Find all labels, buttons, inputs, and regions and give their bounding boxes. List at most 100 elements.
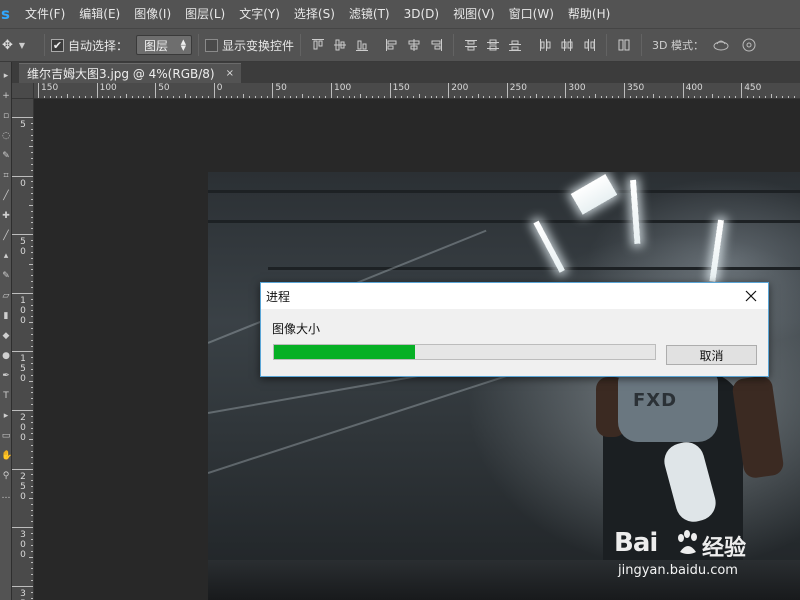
ceiling-beam xyxy=(208,220,800,223)
stamp-tool-icon[interactable]: ▴ xyxy=(1,250,11,262)
hand-tool-icon[interactable]: ✋ xyxy=(1,450,12,462)
menu-layer[interactable]: 图层(L) xyxy=(178,0,232,28)
menu-view[interactable]: 视图(V) xyxy=(446,0,502,28)
divider xyxy=(44,34,45,56)
path-select-tool-icon[interactable]: ▸ xyxy=(1,410,11,422)
cancel-button[interactable]: 取消 xyxy=(666,345,757,365)
zoom-tool-icon[interactable]: ⚲ xyxy=(1,470,11,482)
dialog-titlebar[interactable]: 进程 xyxy=(261,283,768,309)
auto-select-target-dropdown[interactable]: 图层 ▲ ▼ xyxy=(136,35,193,55)
distribute-top-icon[interactable] xyxy=(460,34,482,56)
marquee-tool-icon[interactable]: ▫ xyxy=(1,110,11,122)
menu-3d[interactable]: 3D(D) xyxy=(397,0,446,28)
align-bottom-icon[interactable] xyxy=(351,34,373,56)
ruler-label: 150 xyxy=(41,83,59,93)
ruler-label: 450 xyxy=(744,83,762,93)
ruler-label: 0 xyxy=(20,178,26,189)
ruler-label: 400 xyxy=(685,83,703,93)
watermark-brand: Bai xyxy=(614,528,658,558)
align-vcenter-icon[interactable] xyxy=(329,34,351,56)
eraser-tool-icon[interactable]: ▱ xyxy=(1,290,11,302)
divider xyxy=(300,34,302,56)
more-tools-icon[interactable]: … xyxy=(1,490,11,502)
distribute-right-icon[interactable] xyxy=(578,34,600,56)
3d-roll-icon[interactable] xyxy=(738,34,760,56)
healing-tool-icon[interactable]: ✚ xyxy=(1,210,11,222)
watermark-suffix: 经验 xyxy=(702,536,747,561)
quick-select-tool-icon[interactable]: ✎ xyxy=(1,150,11,162)
align-left-icon[interactable] xyxy=(381,34,403,56)
auto-select-checkbox[interactable]: ✔ xyxy=(51,38,64,52)
align-right-icon[interactable] xyxy=(425,34,447,56)
ruler-label: 0 xyxy=(216,83,223,93)
document-tabs: 维尔吉姆大图3.jpg @ 4%(RGB/8) × xyxy=(12,62,800,83)
collapse-icon[interactable]: ▸ xyxy=(1,70,11,82)
vertical-ruler[interactable]: 5050100150200250300350 xyxy=(12,99,34,600)
ruler-label: 100 xyxy=(20,295,26,326)
type-tool-icon[interactable]: T xyxy=(1,390,11,402)
document-tab-title: 维尔吉姆大图3.jpg @ 4%(RGB/8) xyxy=(27,67,215,81)
3d-rotate-icon[interactable] xyxy=(710,34,732,56)
ruler-label: 200 xyxy=(451,83,469,93)
chevron-down-icon: ▼ xyxy=(18,40,26,50)
dodge-tool-icon[interactable]: ● xyxy=(1,350,11,362)
distribute-hcenter-icon[interactable] xyxy=(556,34,578,56)
options-bar: ✥ ▼ ✔ 自动选择： 图层 ▲▼ ✔ 显示变换控件 3D 模式： xyxy=(0,28,800,62)
align-hcenter-icon[interactable] xyxy=(403,34,425,56)
close-icon[interactable]: × xyxy=(226,68,234,79)
horizontal-ruler[interactable]: 1501005005010015020025030035040045050055… xyxy=(34,83,800,99)
distribute-buttons xyxy=(460,34,600,56)
ceiling-light xyxy=(709,219,724,282)
ruler-label: 50 xyxy=(158,83,170,93)
gradient-tool-icon[interactable]: ▮ xyxy=(1,310,11,322)
ruler-ticks xyxy=(12,117,33,599)
ceiling-beam xyxy=(268,267,800,270)
ruler-label: 150 xyxy=(392,83,410,93)
shape-tool-icon[interactable]: ▭ xyxy=(1,430,11,442)
menu-window[interactable]: 窗口(W) xyxy=(502,0,561,28)
pen-tool-icon[interactable]: ✒ xyxy=(1,370,11,382)
watermark-url: jingyan.baidu.com xyxy=(618,563,738,578)
auto-align-icon[interactable] xyxy=(613,34,635,56)
close-icon[interactable] xyxy=(734,283,768,309)
distribute-bottom-icon[interactable] xyxy=(504,34,526,56)
ruler-label: 50 xyxy=(20,237,26,258)
auto-select-target-value: 图层 xyxy=(144,38,169,53)
ruler-label: 5 xyxy=(20,120,26,130)
auto-select-label: 自动选择： xyxy=(68,38,129,53)
eyedropper-tool-icon[interactable]: ╱ xyxy=(1,190,11,202)
ruler-label: 350 xyxy=(627,83,645,93)
divider xyxy=(606,34,608,56)
ruler-origin[interactable] xyxy=(12,83,34,99)
divider xyxy=(641,34,643,56)
menu-image[interactable]: 图像(I) xyxy=(127,0,178,28)
distribute-vcenter-icon[interactable] xyxy=(482,34,504,56)
menu-filter[interactable]: 滤镜(T) xyxy=(342,0,397,28)
progress-dialog: 进程 图像大小 取消 xyxy=(260,282,769,377)
show-transform-label: 显示变换控件 xyxy=(222,38,295,53)
ruler-label: 150 xyxy=(20,354,26,385)
blur-tool-icon[interactable]: ◆ xyxy=(1,330,11,342)
menu-type[interactable]: 文字(Y) xyxy=(232,0,287,28)
menu-select[interactable]: 选择(S) xyxy=(287,0,342,28)
align-top-icon[interactable] xyxy=(307,34,329,56)
dialog-title: 进程 xyxy=(266,290,291,304)
ruler-label: 100 xyxy=(334,83,352,93)
ruler-label: 50 xyxy=(275,83,287,93)
crop-tool-icon[interactable]: ⌗ xyxy=(1,170,11,182)
lasso-tool-icon[interactable]: ◌ xyxy=(1,130,11,142)
show-transform-checkbox[interactable]: ✔ xyxy=(205,38,219,52)
menu-edit[interactable]: 编辑(E) xyxy=(72,0,127,28)
task-label: 图像大小 xyxy=(272,322,321,336)
move-icon: ✥ xyxy=(2,37,13,53)
move-tool-icon[interactable]: + xyxy=(1,90,11,102)
menu-file[interactable]: 文件(F) xyxy=(18,0,72,28)
brush-tool-icon[interactable]: ╱ xyxy=(1,230,11,242)
distribute-left-icon[interactable] xyxy=(534,34,556,56)
document-tab[interactable]: 维尔吉姆大图3.jpg @ 4%(RGB/8) × xyxy=(19,63,241,83)
history-brush-tool-icon[interactable]: ✎ xyxy=(1,270,11,282)
menu-help[interactable]: 帮助(H) xyxy=(561,0,617,28)
paw-logo-icon xyxy=(678,530,697,554)
progress-bar-fill xyxy=(274,345,415,359)
tool-preset-picker[interactable]: ✥ ▼ xyxy=(0,28,38,62)
